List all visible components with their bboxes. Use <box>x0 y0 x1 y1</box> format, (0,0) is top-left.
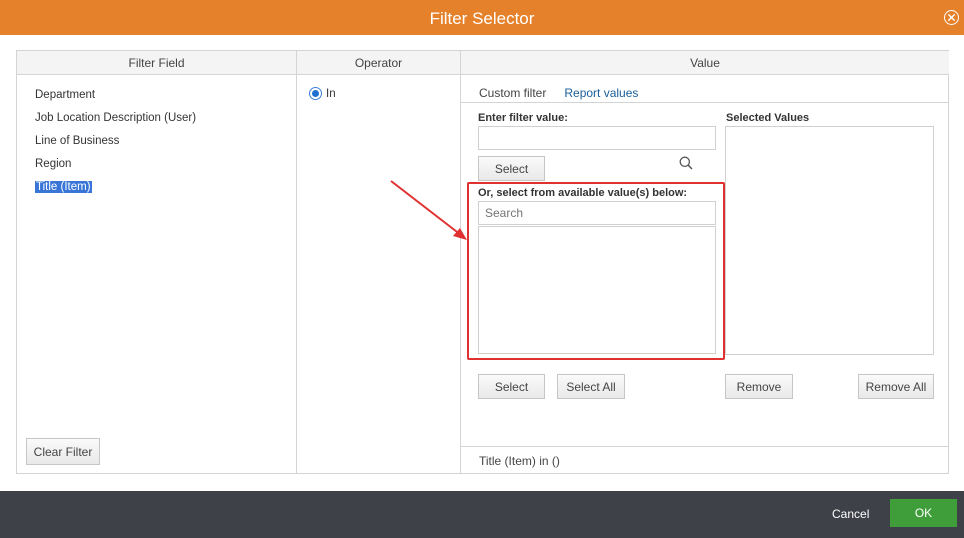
available-values-list[interactable] <box>478 226 716 354</box>
column-divider <box>296 51 297 473</box>
tabs-divider <box>461 102 949 103</box>
operator-radio[interactable] <box>309 87 322 100</box>
remove-button[interactable]: Remove <box>725 374 793 399</box>
filter-expression: Title (Item) in () <box>479 454 560 468</box>
column-header-operator: Operator <box>297 51 460 75</box>
available-values-label: Or, select from available value(s) below… <box>478 187 688 199</box>
dialog-title-bar: Filter Selector <box>0 0 964 35</box>
select-all-button[interactable]: Select All <box>557 374 625 399</box>
dialog-footer <box>0 491 964 538</box>
value-tabs: Custom filter Report values <box>479 86 656 103</box>
ok-button[interactable]: OK <box>890 499 957 527</box>
tab-custom-filter[interactable]: Custom filter <box>479 86 546 103</box>
filter-field-item-line-of-business[interactable]: Line of Business <box>35 134 196 157</box>
select-filter-value-button[interactable]: Select <box>478 156 545 181</box>
radio-selected-dot <box>312 90 319 97</box>
dialog-title: Filter Selector <box>429 9 535 28</box>
close-circle-icon[interactable] <box>944 10 959 25</box>
operator-label: In <box>326 87 336 100</box>
search-icon[interactable] <box>679 156 693 170</box>
clear-filter-button[interactable]: Clear Filter <box>26 438 100 465</box>
cancel-button[interactable]: Cancel <box>832 507 869 521</box>
filter-field-item-region[interactable]: Region <box>35 157 196 180</box>
search-input[interactable] <box>478 201 716 225</box>
tab-report-values[interactable]: Report values <box>564 86 639 103</box>
operator-option-in[interactable]: In <box>309 87 336 100</box>
enter-filter-label: Enter filter value: <box>478 112 568 124</box>
column-header-value: Value <box>461 51 949 75</box>
filter-field-item-department[interactable]: Department <box>35 88 196 111</box>
close-x-glyph <box>947 13 956 22</box>
column-divider <box>460 51 461 473</box>
filter-field-item-title[interactable]: Title (Item) <box>35 180 196 203</box>
select-button[interactable]: Select <box>478 374 545 399</box>
remove-all-button[interactable]: Remove All <box>858 374 934 399</box>
filter-field-item-job-location[interactable]: Job Location Description (User) <box>35 111 196 134</box>
filter-value-input[interactable] <box>478 126 716 150</box>
filter-field-list: Department Job Location Description (Use… <box>35 88 196 203</box>
column-header-filter-field: Filter Field <box>17 51 296 75</box>
selected-values-list[interactable] <box>725 126 934 355</box>
expression-divider <box>461 446 949 447</box>
selected-values-label: Selected Values <box>726 112 810 124</box>
